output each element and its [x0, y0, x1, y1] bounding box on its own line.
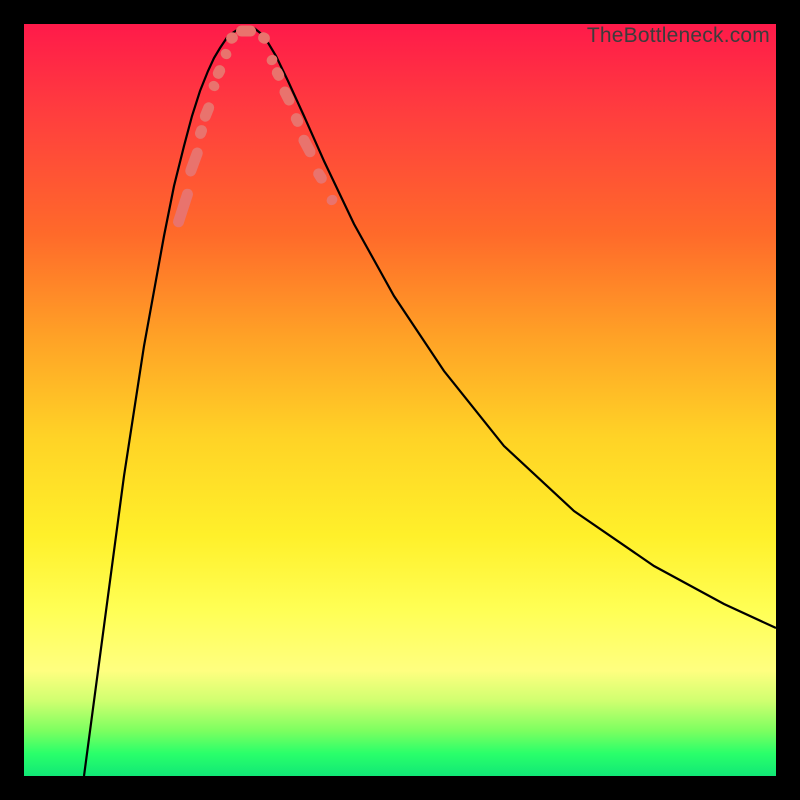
right-curve-path [254, 28, 776, 628]
curve-overlay [24, 24, 776, 776]
left-curve-path [84, 28, 240, 776]
tick-marks [172, 26, 340, 229]
chart-frame: TheBottleneck.com [24, 24, 776, 776]
